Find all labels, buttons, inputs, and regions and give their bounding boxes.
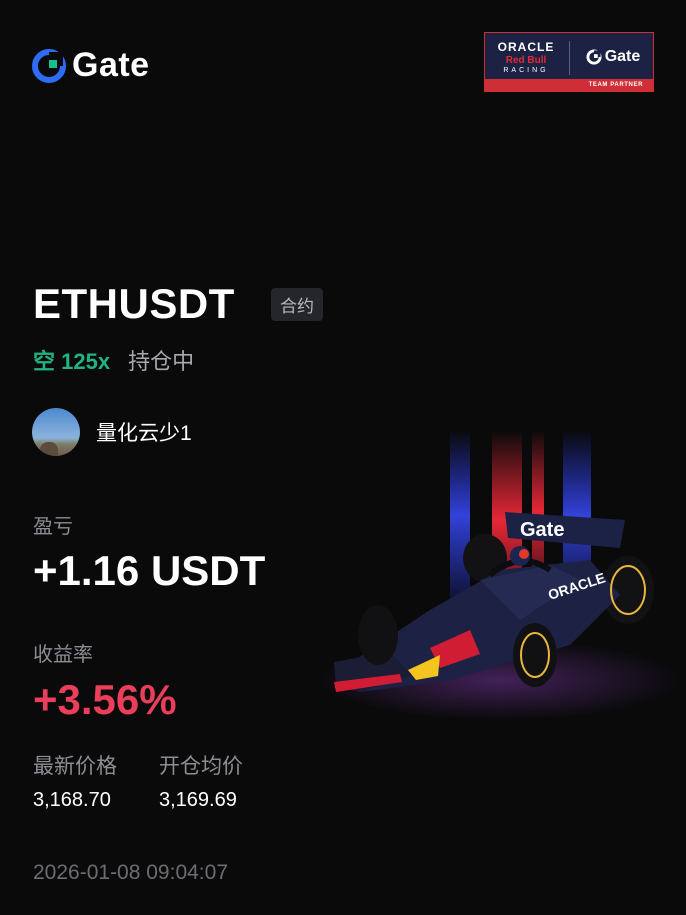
user-info: 量化云少1 — [32, 408, 192, 456]
latest-price-value: 3,168.70 — [33, 789, 111, 811]
gate-logo-icon — [32, 48, 66, 83]
team-partner-badge: ORACLE Red Bull RACING Gate TEAM PARTNER — [484, 32, 654, 92]
pnl-value: +1.16 USDT — [33, 547, 266, 594]
latest-price-label: 最新价格 — [33, 755, 117, 778]
trading-pair: ETHUSDT — [33, 280, 235, 327]
car-wing-text: Gate — [520, 519, 564, 541]
badge-divider — [569, 41, 570, 75]
oracle-text: ORACLE — [497, 40, 555, 54]
roi-value: +3.56% — [33, 676, 177, 723]
username: 量化云少1 — [96, 422, 192, 445]
avatar-tree-shape — [40, 442, 58, 456]
gate-logo: Gate — [32, 46, 150, 85]
share-timestamp: 2026-01-08 09:04:07 — [33, 861, 228, 884]
roi-label: 收益率 — [33, 644, 93, 666]
gate-logo-icon — [586, 49, 602, 65]
brand-name: Gate — [72, 46, 150, 84]
red-bull-text: Red Bull — [505, 55, 547, 66]
holding-status: 持仓中 — [128, 349, 195, 374]
position-status: 空 125x 持仓中 — [33, 344, 194, 376]
position-side-leverage: 空 125x — [33, 349, 111, 374]
partner-strip: TEAM PARTNER — [485, 79, 653, 91]
entry-price-value: 3,169.69 — [159, 789, 237, 811]
team-partner-caption: TEAM PARTNER — [588, 82, 643, 88]
f1-car-illustration: Gate ORACLE — [320, 430, 680, 720]
partner-gate-logo: Gate — [573, 33, 653, 81]
entry-price-label: 开仓均价 — [159, 755, 243, 778]
racing-text: RACING — [503, 67, 549, 74]
contract-type-tag: 合约 — [271, 288, 323, 321]
red-bull-racing-logo: ORACLE Red Bull RACING — [485, 33, 567, 81]
pnl-label: 盈亏 — [33, 516, 73, 538]
partner-brand-name: Gate — [604, 48, 641, 65]
user-avatar — [32, 408, 80, 456]
